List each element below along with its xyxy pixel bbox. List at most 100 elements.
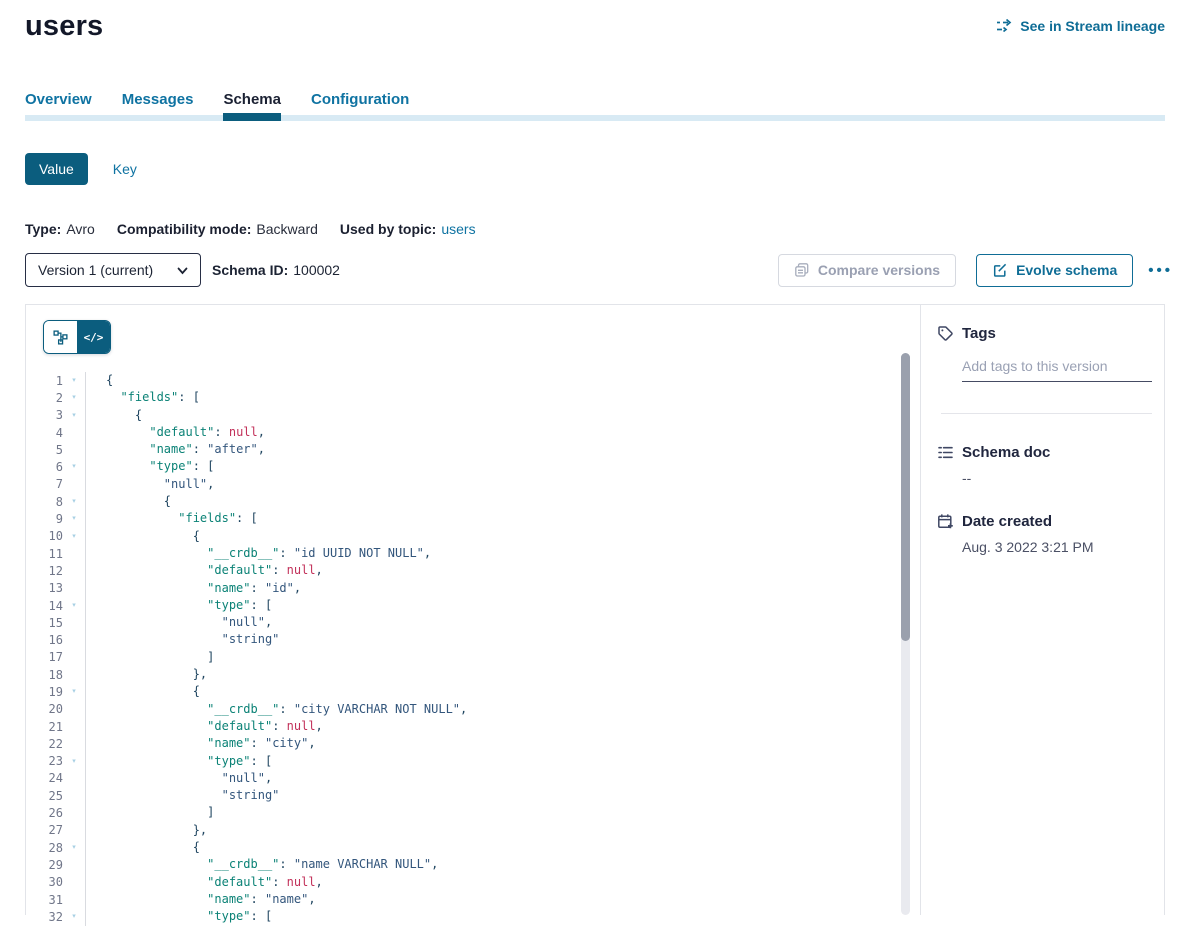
fold-toggle-icon[interactable]: ▾ xyxy=(63,597,85,614)
line-number: 2 xyxy=(26,391,63,405)
code-line: 12 "default": null, xyxy=(26,562,920,579)
tab-schema[interactable]: Schema xyxy=(223,91,281,121)
editor-scrollbar-thumb[interactable] xyxy=(901,353,910,641)
fold-toggle-icon[interactable]: ▾ xyxy=(63,458,85,475)
code-text: { xyxy=(85,839,200,856)
code-text: "type": [ xyxy=(85,458,214,475)
page-title: users xyxy=(25,8,103,44)
line-number: 32 xyxy=(26,910,63,924)
code-text: "type": [ xyxy=(85,908,272,925)
schema-code-view: 1▾{2▾ "fields": [3▾ {4 "default": null,5… xyxy=(26,372,920,926)
code-line: 29 "__crdb__": "name VARCHAR NULL", xyxy=(26,856,920,873)
date-created-heading: Date created xyxy=(937,513,1164,530)
schema-doc-heading: Schema doc xyxy=(937,444,1164,461)
code-view-button[interactable]: </> xyxy=(77,321,110,353)
tab-configuration[interactable]: Configuration xyxy=(311,91,409,121)
schema-id: Schema ID:100002 xyxy=(212,262,340,278)
tag-icon xyxy=(937,325,954,342)
line-number: 14 xyxy=(26,599,63,613)
code-line: 27 }, xyxy=(26,822,920,839)
code-line: 18 }, xyxy=(26,666,920,683)
code-line: 14▾ "type": [ xyxy=(26,597,920,614)
line-number: 28 xyxy=(26,841,63,855)
chevron-down-icon xyxy=(177,267,188,275)
code-text: "default": null, xyxy=(85,424,265,441)
code-line: 21 "default": null, xyxy=(26,718,920,735)
line-number: 24 xyxy=(26,771,63,785)
fold-toggle-icon[interactable]: ▾ xyxy=(63,510,85,527)
schema-editor-panel: </> 1▾{2▾ "fields": [3▾ {4 "default": nu… xyxy=(26,305,920,915)
code-text: "default": null, xyxy=(85,718,323,735)
code-text: "null", xyxy=(85,770,272,787)
fold-toggle-icon[interactable]: ▾ xyxy=(63,372,85,389)
code-line: 9▾ "fields": [ xyxy=(26,510,920,527)
line-number: 27 xyxy=(26,823,63,837)
line-number: 30 xyxy=(26,875,63,889)
see-in-stream-lineage-link[interactable]: See in Stream lineage xyxy=(996,18,1165,34)
more-actions-button[interactable]: ••• xyxy=(1148,254,1173,287)
fold-toggle-icon[interactable]: ▾ xyxy=(63,753,85,770)
fold-toggle-icon[interactable]: ▾ xyxy=(63,389,85,406)
code-text: }, xyxy=(85,822,207,839)
fold-toggle-icon[interactable]: ▾ xyxy=(63,839,85,856)
tags-heading: Tags xyxy=(937,325,1164,342)
line-number: 8 xyxy=(26,495,63,509)
version-select[interactable]: Version 1 (current) xyxy=(25,253,201,287)
used-by-topic-link[interactable]: users xyxy=(441,221,475,237)
schema-actions: Compare versions Evolve schema ••• xyxy=(778,254,1165,287)
code-text: ] xyxy=(85,804,214,821)
line-number: 13 xyxy=(26,581,63,595)
code-line: 6▾ "type": [ xyxy=(26,458,920,475)
date-created-value: Aug. 3 2022 3:21 PM xyxy=(962,539,1164,555)
code-line: 7 "null", xyxy=(26,476,920,493)
line-number: 7 xyxy=(26,477,63,491)
line-number: 11 xyxy=(26,547,63,561)
doc-list-icon xyxy=(937,444,954,461)
line-number: 17 xyxy=(26,650,63,664)
code-text: "fields": [ xyxy=(85,389,200,406)
used-by-topic-label: Used by topic: xyxy=(340,221,436,237)
value-toggle-button[interactable]: Value xyxy=(25,153,88,185)
fold-toggle-icon[interactable]: ▾ xyxy=(63,407,85,424)
key-toggle-button[interactable]: Key xyxy=(113,161,137,177)
fold-toggle-icon[interactable]: ▾ xyxy=(63,493,85,510)
code-text: { xyxy=(85,372,113,389)
code-text: "__crdb__": "id UUID NOT NULL", xyxy=(85,545,431,562)
code-text: { xyxy=(85,683,200,700)
line-number: 25 xyxy=(26,789,63,803)
line-number: 3 xyxy=(26,408,63,422)
code-text: "__crdb__": "name VARCHAR NULL", xyxy=(85,856,438,873)
code-text: { xyxy=(85,493,171,510)
code-text: }, xyxy=(85,666,207,683)
tab-overview[interactable]: Overview xyxy=(25,91,92,121)
fold-toggle-icon[interactable]: ▾ xyxy=(63,528,85,545)
schema-type-value: Avro xyxy=(66,221,95,237)
schema-type: Type:Avro xyxy=(25,221,95,237)
code-text: "string" xyxy=(85,631,279,648)
code-line: 22 "name": "city", xyxy=(26,735,920,752)
code-text: "name": "after", xyxy=(85,441,265,458)
see-in-stream-lineage-label: See in Stream lineage xyxy=(1020,18,1165,34)
code-line: 11 "__crdb__": "id UUID NOT NULL", xyxy=(26,545,920,562)
used-by-topic: Used by topic: users xyxy=(340,221,476,237)
page-header: users See in Stream lineage xyxy=(25,8,1165,44)
compatibility-mode: Compatibility mode:Backward xyxy=(117,221,318,237)
code-line: 4 "default": null, xyxy=(26,424,920,441)
version-select-value: Version 1 (current) xyxy=(38,262,153,278)
tree-view-button[interactable] xyxy=(44,321,77,353)
code-text: "null", xyxy=(85,476,214,493)
line-number: 16 xyxy=(26,633,63,647)
code-text: "__crdb__": "city VARCHAR NOT NULL", xyxy=(85,701,467,718)
editor-scrollbar[interactable] xyxy=(901,353,910,915)
fold-toggle-icon[interactable]: ▾ xyxy=(63,908,85,925)
compare-versions-button[interactable]: Compare versions xyxy=(778,254,956,287)
evolve-schema-button[interactable]: Evolve schema xyxy=(976,254,1133,287)
schema-sidebar: Tags Schema doc -- xyxy=(920,305,1164,915)
fold-toggle-icon[interactable]: ▾ xyxy=(63,683,85,700)
code-text: "name": "city", xyxy=(85,735,316,752)
code-line: 20 "__crdb__": "city VARCHAR NOT NULL", xyxy=(26,701,920,718)
add-tags-input[interactable] xyxy=(962,356,1152,382)
code-line: 28▾ { xyxy=(26,839,920,856)
tab-messages[interactable]: Messages xyxy=(122,91,194,121)
code-text: "type": [ xyxy=(85,753,272,770)
